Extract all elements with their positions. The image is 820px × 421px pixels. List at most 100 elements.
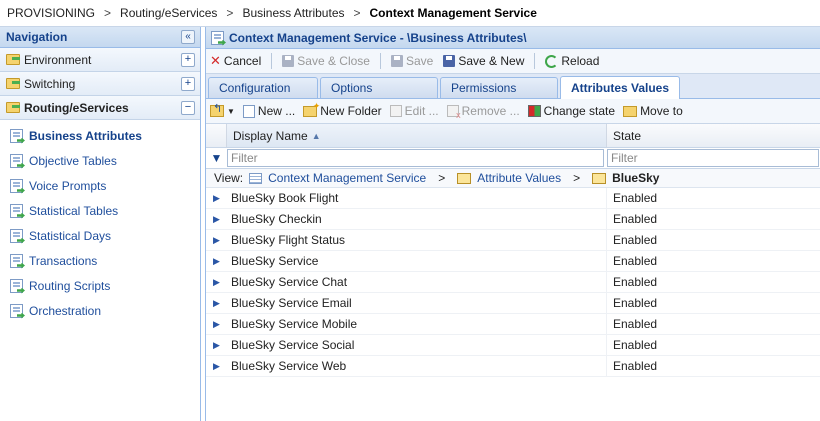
move-to-button[interactable]: Move to	[623, 104, 683, 118]
sidebar-item-statistical-days[interactable]: Statistical Days	[0, 223, 200, 248]
sidebar-item-voice-prompts[interactable]: Voice Prompts	[0, 173, 200, 198]
folder-icon	[6, 102, 20, 113]
expand-icon[interactable]: +	[181, 52, 195, 67]
expand-row-icon[interactable]: ▶	[206, 214, 227, 225]
collapse-sidebar-button[interactable]: «	[181, 30, 195, 44]
sidebar-item-routing-scripts[interactable]: Routing Scripts	[0, 273, 200, 298]
accordion-switching[interactable]: Switching +	[0, 72, 200, 96]
display-name-filter-input[interactable]	[227, 149, 604, 167]
column-header-state[interactable]: State	[607, 124, 820, 147]
sort-ascending-icon: ▲	[311, 130, 321, 141]
sidebar-item-label: Business Attributes	[29, 128, 142, 143]
state-filter-input[interactable]	[607, 149, 819, 167]
toolbar-separator	[271, 53, 273, 69]
breadcrumb-separator: >	[104, 6, 112, 20]
table-row[interactable]: ▶ BlueSky Flight Status Enabled	[206, 230, 820, 251]
breadcrumb-separator: >	[226, 6, 234, 20]
sidebar-item-statistical-tables[interactable]: Statistical Tables	[0, 198, 200, 223]
edit-label: Edit ...	[404, 104, 439, 118]
table-row[interactable]: ▶ BlueSky Service Enabled	[206, 251, 820, 272]
tab-permissions[interactable]: Permissions	[440, 77, 558, 98]
change-state-button[interactable]: Change state	[527, 104, 616, 118]
table-row[interactable]: ▶ BlueSky Service Chat Enabled	[206, 272, 820, 293]
save-new-button[interactable]: Save & New	[443, 54, 524, 68]
navigation-sidebar: Navigation « Environment + Switching + R…	[0, 27, 201, 421]
expand-row-icon[interactable]: ▶	[206, 277, 227, 288]
cell-display-name: BlueSky Book Flight	[227, 188, 607, 208]
table-row[interactable]: ▶ BlueSky Book Flight Enabled	[206, 188, 820, 209]
expand-icon[interactable]: +	[181, 76, 195, 91]
reload-button[interactable]: Reload	[545, 54, 599, 68]
up-folder-button[interactable]: ▼	[210, 102, 235, 117]
sidebar-item-business-attributes[interactable]: Business Attributes	[0, 123, 200, 148]
cell-state: Enabled	[613, 254, 658, 268]
table-row[interactable]: ▶ BlueSky Service Email Enabled	[206, 293, 820, 314]
view-path-item[interactable]: Attribute Values	[477, 171, 561, 185]
sidebar-item-orchestration[interactable]: Orchestration	[0, 298, 200, 323]
change-state-label: Change state	[543, 104, 616, 118]
expand-row-icon[interactable]: ▶	[206, 235, 227, 246]
sidebar-item-label: Statistical Tables	[29, 203, 119, 218]
grid-header-spacer	[206, 124, 227, 147]
save-icon	[390, 55, 403, 67]
edit-icon	[389, 105, 402, 117]
remove-icon	[446, 105, 461, 120]
filter-row: ▼	[206, 148, 820, 169]
accordion-routing-eservices[interactable]: Routing/eServices −	[0, 96, 200, 120]
cancel-button[interactable]: ✕ Cancel	[210, 53, 261, 69]
save-close-button[interactable]: Save & Close	[282, 54, 370, 68]
expand-row-icon[interactable]: ▶	[206, 256, 227, 267]
sidebar-item-label: Orchestration	[29, 303, 102, 318]
table-row[interactable]: ▶ BlueSky Service Web Enabled	[206, 356, 820, 377]
table-row[interactable]: ▶ BlueSky Checkin Enabled	[206, 209, 820, 230]
new-folder-icon	[303, 101, 320, 117]
cell-display-name: BlueSky Checkin	[227, 209, 607, 229]
folder-up-icon	[210, 102, 224, 117]
cell-state: Enabled	[613, 191, 658, 205]
tab-options[interactable]: Options	[320, 77, 438, 98]
breadcrumb: PROVISIONING > Routing/eServices > Busin…	[0, 0, 820, 27]
breadcrumb-item-business-attributes[interactable]: Business Attributes	[242, 6, 344, 20]
reload-label: Reload	[561, 54, 600, 68]
tab-attributes-values[interactable]: Attributes Values	[560, 76, 680, 99]
folder-icon	[6, 78, 20, 89]
remove-button[interactable]: Remove ...	[446, 104, 520, 120]
new-folder-button[interactable]: New Folder	[303, 101, 382, 118]
nav-list: Business Attributes Objective Tables Voi…	[0, 120, 200, 323]
tab-strip: Configuration Options Permissions Attrib…	[206, 74, 820, 99]
sidebar-item-label: Routing Scripts	[29, 278, 111, 293]
table-icon	[249, 172, 263, 184]
main-toolbar: ✕ Cancel Save & Close Save Save & New Rel…	[206, 49, 820, 74]
column-header-display-name[interactable]: Display Name ▲	[227, 124, 607, 147]
breadcrumb-item-provisioning[interactable]: PROVISIONING	[7, 6, 95, 20]
grid-header: Display Name ▲ State	[206, 124, 820, 148]
new-button[interactable]: New ...	[242, 104, 295, 118]
table-row[interactable]: ▶ BlueSky Service Mobile Enabled	[206, 314, 820, 335]
view-path-item[interactable]: Context Management Service	[268, 171, 426, 185]
accordion-label: Switching	[24, 76, 76, 91]
accordion-environment[interactable]: Environment +	[0, 48, 200, 72]
expand-row-icon[interactable]: ▶	[206, 340, 227, 351]
sidebar-item-transactions[interactable]: Transactions	[0, 248, 200, 273]
breadcrumb-item-routing[interactable]: Routing/eServices	[120, 6, 217, 20]
edit-button[interactable]: Edit ...	[389, 104, 439, 118]
expand-row-icon[interactable]: ▶	[206, 193, 227, 204]
folder-icon	[6, 54, 20, 65]
cell-state: Enabled	[613, 233, 658, 247]
cell-display-name: BlueSky Service	[227, 251, 607, 271]
table-row[interactable]: ▶ BlueSky Service Social Enabled	[206, 335, 820, 356]
expand-row-icon[interactable]: ▶	[206, 298, 227, 309]
sidebar-item-objective-tables[interactable]: Objective Tables	[0, 148, 200, 173]
remove-label: Remove ...	[461, 104, 520, 118]
expand-row-icon[interactable]: ▶	[206, 361, 227, 372]
breadcrumb-separator: >	[353, 6, 361, 20]
page-icon	[10, 253, 23, 268]
cancel-label: Cancel	[223, 54, 262, 68]
collapse-icon[interactable]: −	[181, 100, 195, 115]
save-button[interactable]: Save	[390, 54, 433, 68]
cell-display-name: BlueSky Service Email	[227, 293, 607, 313]
cell-display-name: BlueSky Service Social	[227, 335, 607, 355]
page-icon	[211, 30, 224, 45]
tab-configuration[interactable]: Configuration	[208, 77, 318, 98]
expand-row-icon[interactable]: ▶	[206, 319, 227, 330]
